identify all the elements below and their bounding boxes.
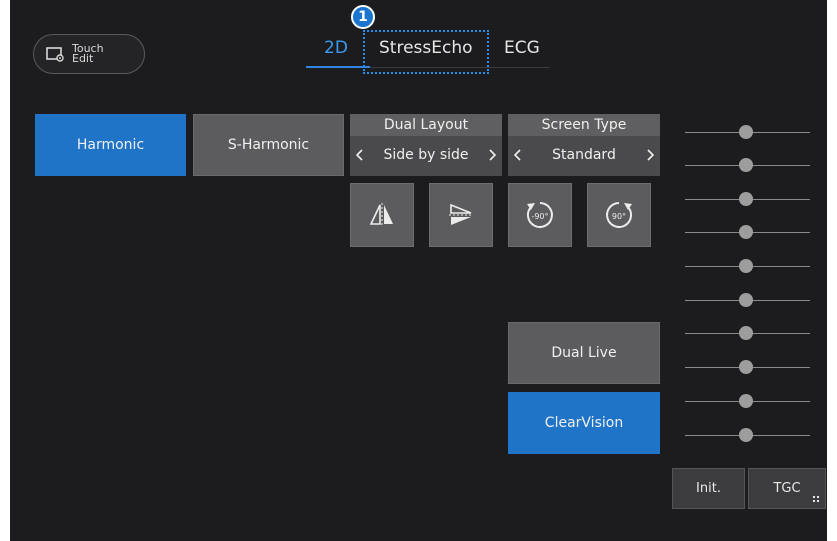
flip-vertical-button[interactable]	[429, 183, 493, 247]
tgc-button[interactable]: TGC	[748, 468, 826, 509]
tgc-slider-knob	[739, 394, 753, 408]
chevron-right-icon	[647, 149, 654, 161]
tab-2d[interactable]: 2D	[324, 38, 348, 58]
dual-layout-next-button[interactable]	[482, 138, 502, 172]
tgc-slider-knob	[739, 192, 753, 206]
touch-edit-button[interactable]: Touch Edit	[33, 34, 145, 74]
tgc-slider-2[interactable]	[685, 158, 810, 172]
touch-edit-label: Touch Edit	[72, 42, 104, 65]
tgc-slider-3[interactable]	[685, 192, 810, 206]
s-harmonic-button[interactable]: S-Harmonic	[193, 114, 344, 176]
grip-icon	[813, 496, 819, 502]
tgc-slider-knob	[739, 428, 753, 442]
screen-type-prev-button[interactable]	[508, 138, 528, 172]
chevron-right-icon	[489, 149, 496, 161]
dual-layout-value: Side by side	[383, 147, 469, 163]
chevron-left-icon	[356, 149, 363, 161]
tgc-slider-knob	[739, 125, 753, 139]
flip-horizontal-icon	[369, 203, 393, 227]
tgc-slider-8[interactable]	[685, 360, 810, 374]
harmonic-button[interactable]: Harmonic	[35, 114, 186, 176]
dual-layout-selector: Dual Layout Side by side	[350, 114, 502, 176]
tgc-slider-5[interactable]	[685, 259, 810, 273]
tgc-slider-knob	[739, 326, 753, 340]
screen-type-next-button[interactable]	[640, 138, 660, 172]
tgc-slider-group	[685, 112, 810, 452]
tgc-slider-4[interactable]	[685, 225, 810, 239]
dual-layout-label: Dual Layout	[350, 114, 502, 136]
screen-type-label: Screen Type	[508, 114, 660, 136]
active-tab-indicator	[306, 66, 370, 68]
rotate-right-90-button[interactable]: 90°	[587, 183, 651, 247]
init-button[interactable]: Init.	[672, 468, 745, 509]
chevron-left-icon	[514, 149, 521, 161]
svg-text:90°: 90°	[612, 212, 626, 221]
screen-type-value: Standard	[552, 147, 616, 163]
tgc-slider-knob	[739, 360, 753, 374]
tgc-slider-knob	[739, 259, 753, 273]
svg-text:-90°: -90°	[531, 212, 548, 221]
callout-badge: 1	[351, 5, 375, 29]
rotate-left-90-icon: -90°	[526, 202, 553, 228]
dual-live-button[interactable]: Dual Live	[508, 322, 660, 384]
callout-highlight-box	[363, 30, 489, 74]
tgc-slider-10[interactable]	[685, 428, 810, 442]
tgc-slider-9[interactable]	[685, 394, 810, 408]
tgc-slider-knob	[739, 293, 753, 307]
page-indicator	[417, 533, 433, 541]
clearvision-button[interactable]: ClearVision	[508, 392, 660, 454]
flip-vertical-icon	[449, 203, 473, 225]
tgc-slider-6[interactable]	[685, 293, 810, 307]
tgc-label: TGC	[773, 481, 801, 496]
dual-layout-prev-button[interactable]	[350, 138, 370, 172]
touch-edit-icon	[46, 47, 64, 62]
tgc-slider-1[interactable]	[685, 125, 810, 139]
screen-type-selector: Screen Type Standard	[508, 114, 660, 176]
rotate-right-90-icon: 90°	[606, 202, 633, 228]
screen: Touch Edit 2D StressEcho ECG 1 Harmonic …	[10, 0, 827, 541]
tgc-slider-knob	[739, 225, 753, 239]
rotate-left-90-button[interactable]: -90°	[508, 183, 572, 247]
flip-horizontal-button[interactable]	[350, 183, 414, 247]
tgc-slider-7[interactable]	[685, 326, 810, 340]
tab-ecg[interactable]: ECG	[504, 38, 540, 58]
tgc-slider-knob	[739, 158, 753, 172]
